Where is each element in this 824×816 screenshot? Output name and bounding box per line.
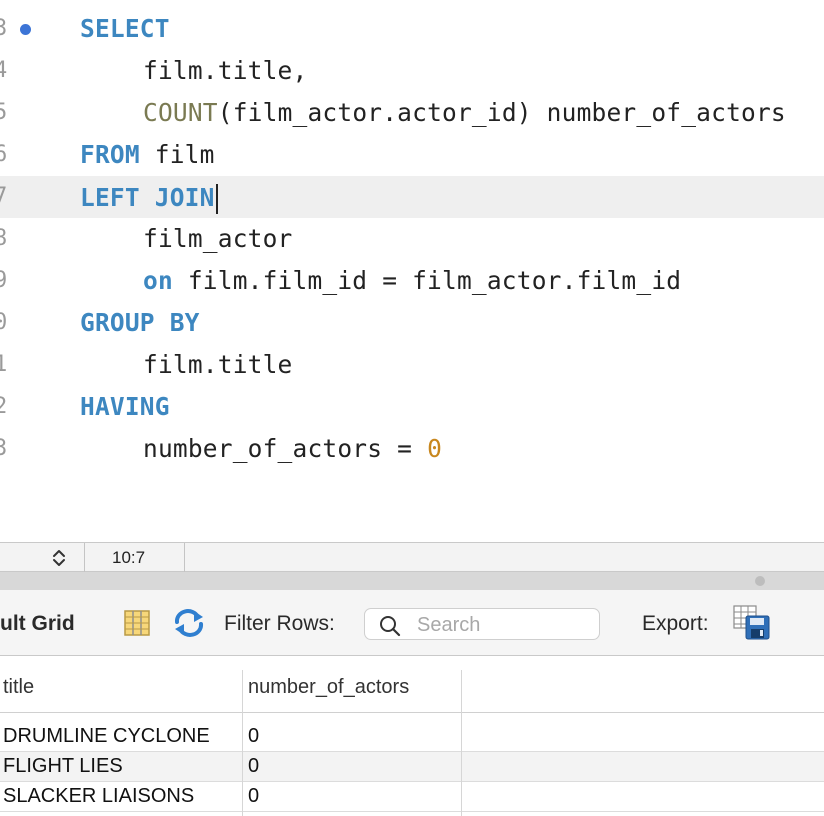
export-label: Export: [642, 612, 709, 635]
column-header-number-of-actors[interactable]: number_of_actors [248, 676, 409, 699]
code-line[interactable]: 3 number_of_actors = 0 [0, 428, 824, 470]
cell-number-of-actors[interactable]: 0 [248, 725, 259, 748]
line-number: 4 [0, 58, 8, 83]
refresh-icon[interactable] [172, 608, 206, 638]
cell-title[interactable]: FLIGHT LIES [3, 755, 123, 778]
search-input[interactable] [415, 612, 594, 638]
result-grid: title number_of_actors DRUMLINE CYCLONE 0… [0, 656, 824, 816]
sql-token: film.title [143, 350, 293, 379]
sql-token: film [139, 140, 215, 169]
column-divider[interactable] [242, 670, 243, 816]
sql-token: film.title, [143, 56, 308, 85]
code-line[interactable]: 9 on film.film_id = film_actor.film_id [0, 260, 824, 302]
sql-token: number_of_actors = [143, 434, 428, 463]
status-separator [184, 543, 185, 573]
cell-title[interactable]: SLACKER LIAISONS [3, 785, 194, 808]
sql-keyword: LEFT JOIN [80, 183, 215, 212]
line-number: 6 [0, 142, 8, 167]
search-field[interactable] [364, 608, 600, 640]
grid-view-icon[interactable] [123, 609, 151, 637]
text-caret [215, 184, 218, 214]
sql-editor[interactable]: 3 SELECT 4 film.title, 5 COUNT(film_actor.act… [0, 0, 824, 542]
code-line[interactable]: 0 GROUP BY [0, 302, 824, 344]
splitter-handle[interactable] [755, 576, 765, 586]
sql-function: COUNT [143, 98, 218, 127]
code-text: film.title, [143, 58, 307, 84]
table-row[interactable]: FLIGHT LIES 0 [0, 752, 824, 782]
cell-number-of-actors[interactable]: 0 [248, 785, 259, 808]
code-text: COUNT(film_actor.actor_id) number_of_act… [143, 100, 786, 126]
cell-title[interactable]: DRUMLINE CYCLONE [3, 725, 210, 748]
line-number: 1 [0, 352, 8, 377]
column-header-title[interactable]: title [3, 676, 34, 699]
code-line[interactable]: 8 film_actor [0, 218, 824, 260]
stepper-chevron-icon[interactable] [50, 548, 68, 568]
code-text: SELECT [80, 16, 170, 42]
code-line[interactable]: 7 LEFT JOIN [0, 176, 824, 218]
line-number: 3 [0, 436, 8, 461]
grid-header: title number_of_actors [0, 656, 824, 713]
code-line[interactable]: 5 COUNT(film_actor.actor_id) number_of_ac… [0, 92, 824, 134]
filter-rows-label: Filter Rows: [224, 612, 335, 635]
result-grid-tab-label[interactable]: ult Grid [0, 612, 75, 636]
code-line[interactable]: 4 film.title, [0, 50, 824, 92]
code-text: LEFT JOIN [80, 184, 218, 214]
status-separator [84, 543, 85, 573]
code-text: HAVING [80, 394, 170, 420]
code-text: number_of_actors = 0 [143, 436, 442, 462]
line-number: 8 [0, 226, 8, 251]
code-text: on film.film_id = film_actor.film_id [143, 268, 681, 294]
sql-keyword: SELECT [80, 14, 170, 43]
line-number: 9 [0, 268, 8, 293]
code-line[interactable]: 3 SELECT [0, 8, 824, 50]
sql-keyword: HAVING [80, 392, 170, 421]
export-save-icon[interactable] [733, 604, 771, 640]
sql-number: 0 [427, 434, 443, 463]
editor-status-bar: 10:7 [0, 542, 824, 573]
code-text: GROUP BY [80, 310, 200, 336]
code-line[interactable]: 1 film.title [0, 344, 824, 386]
line-number: 0 [0, 310, 8, 335]
code-text: film.title [143, 352, 293, 378]
code-line[interactable]: 2 HAVING [0, 386, 824, 428]
sql-token: film.film_id = film_actor.film_id [172, 266, 682, 295]
result-toolbar: ult Grid Filter Rows: Export: [0, 590, 824, 656]
sql-token: (film_actor.actor_id) number_of_actors [217, 98, 786, 127]
sql-keyword: FROM [80, 140, 140, 169]
sql-keyword: on [143, 266, 173, 295]
line-number: 7 [0, 184, 8, 209]
code-text: FROM film [80, 142, 215, 168]
cell-number-of-actors[interactable]: 0 [248, 755, 259, 778]
breakpoint-dot-icon[interactable] [20, 24, 31, 35]
line-number: 3 [0, 16, 8, 41]
code-text: film_actor [143, 226, 293, 252]
table-row[interactable]: DRUMLINE CYCLONE 0 [0, 722, 824, 752]
panel-splitter[interactable] [0, 572, 824, 590]
table-row[interactable]: SLACKER LIAISONS 0 [0, 782, 824, 812]
sql-token: film_actor [143, 224, 293, 253]
sql-keyword: GROUP BY [80, 308, 200, 337]
cursor-position: 10:7 [112, 548, 146, 567]
search-icon [380, 616, 401, 637]
line-number: 5 [0, 100, 8, 125]
code-line[interactable]: 6 FROM film [0, 134, 824, 176]
line-number: 2 [0, 394, 8, 419]
column-divider[interactable] [461, 670, 462, 816]
